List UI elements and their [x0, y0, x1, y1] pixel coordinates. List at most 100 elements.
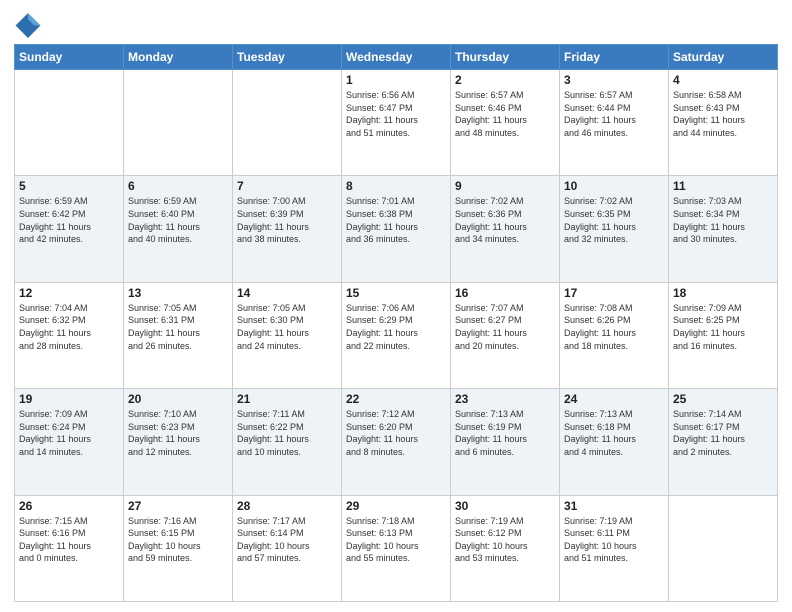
- calendar-cell: 23 Sunrise: 7:13 AM Sunset: 6:19 PM Dayli…: [451, 389, 560, 495]
- day-info: Sunrise: 7:17 AM Sunset: 6:14 PM Dayligh…: [237, 515, 337, 565]
- calendar-cell: 20 Sunrise: 7:10 AM Sunset: 6:23 PM Dayli…: [124, 389, 233, 495]
- day-info: Sunrise: 7:05 AM Sunset: 6:31 PM Dayligh…: [128, 302, 228, 352]
- calendar-cell: [124, 70, 233, 176]
- calendar-header-row: SundayMondayTuesdayWednesdayThursdayFrid…: [15, 45, 778, 70]
- day-info: Sunrise: 7:18 AM Sunset: 6:13 PM Dayligh…: [346, 515, 446, 565]
- day-info: Sunrise: 7:19 AM Sunset: 6:11 PM Dayligh…: [564, 515, 664, 565]
- day-number: 13: [128, 286, 228, 300]
- day-number: 23: [455, 392, 555, 406]
- day-info: Sunrise: 6:59 AM Sunset: 6:40 PM Dayligh…: [128, 195, 228, 245]
- day-number: 19: [19, 392, 119, 406]
- calendar-cell: 8 Sunrise: 7:01 AM Sunset: 6:38 PM Daylig…: [342, 176, 451, 282]
- calendar-cell: 30 Sunrise: 7:19 AM Sunset: 6:12 PM Dayli…: [451, 495, 560, 601]
- day-info: Sunrise: 7:02 AM Sunset: 6:36 PM Dayligh…: [455, 195, 555, 245]
- day-number: 20: [128, 392, 228, 406]
- calendar-header-friday: Friday: [560, 45, 669, 70]
- calendar-header-wednesday: Wednesday: [342, 45, 451, 70]
- calendar-cell: 26 Sunrise: 7:15 AM Sunset: 6:16 PM Dayli…: [15, 495, 124, 601]
- calendar-cell: 3 Sunrise: 6:57 AM Sunset: 6:44 PM Daylig…: [560, 70, 669, 176]
- day-info: Sunrise: 7:01 AM Sunset: 6:38 PM Dayligh…: [346, 195, 446, 245]
- calendar-cell: 17 Sunrise: 7:08 AM Sunset: 6:26 PM Dayli…: [560, 282, 669, 388]
- day-info: Sunrise: 7:16 AM Sunset: 6:15 PM Dayligh…: [128, 515, 228, 565]
- day-number: 31: [564, 499, 664, 513]
- day-info: Sunrise: 7:06 AM Sunset: 6:29 PM Dayligh…: [346, 302, 446, 352]
- calendar-cell: 19 Sunrise: 7:09 AM Sunset: 6:24 PM Dayli…: [15, 389, 124, 495]
- calendar-cell: 12Sunrise: 7:04 AM Sunset: 6:32 PM Dayli…: [15, 282, 124, 388]
- calendar-header-sunday: Sunday: [15, 45, 124, 70]
- calendar-cell: 21Sunrise: 7:11 AM Sunset: 6:22 PM Dayli…: [233, 389, 342, 495]
- day-number: 29: [346, 499, 446, 513]
- calendar-header-saturday: Saturday: [669, 45, 778, 70]
- calendar-table: SundayMondayTuesdayWednesdayThursdayFrid…: [14, 44, 778, 602]
- day-number: 1: [346, 73, 446, 87]
- day-info: Sunrise: 7:14 AM Sunset: 6:17 PM Dayligh…: [673, 408, 773, 458]
- calendar-cell: 2 Sunrise: 6:57 AM Sunset: 6:46 PM Daylig…: [451, 70, 560, 176]
- day-number: 7: [237, 179, 337, 193]
- calendar-cell: 31 Sunrise: 7:19 AM Sunset: 6:11 PM Dayli…: [560, 495, 669, 601]
- day-info: Sunrise: 7:03 AM Sunset: 6:34 PM Dayligh…: [673, 195, 773, 245]
- day-info: Sunrise: 7:02 AM Sunset: 6:35 PM Dayligh…: [564, 195, 664, 245]
- calendar-week-3: 12Sunrise: 7:04 AM Sunset: 6:32 PM Dayli…: [15, 282, 778, 388]
- day-info: Sunrise: 7:19 AM Sunset: 6:12 PM Dayligh…: [455, 515, 555, 565]
- day-number: 26: [19, 499, 119, 513]
- calendar-cell: [233, 70, 342, 176]
- page: SundayMondayTuesdayWednesdayThursdayFrid…: [0, 0, 792, 612]
- calendar-cell: 16Sunrise: 7:07 AM Sunset: 6:27 PM Dayli…: [451, 282, 560, 388]
- day-number: 14: [237, 286, 337, 300]
- day-number: 17: [564, 286, 664, 300]
- calendar-cell: 22 Sunrise: 7:12 AM Sunset: 6:20 PM Dayli…: [342, 389, 451, 495]
- calendar-cell: 4 Sunrise: 6:58 AM Sunset: 6:43 PM Daylig…: [669, 70, 778, 176]
- calendar-cell: 6 Sunrise: 6:59 AM Sunset: 6:40 PM Daylig…: [124, 176, 233, 282]
- day-number: 12: [19, 286, 119, 300]
- calendar-cell: 27 Sunrise: 7:16 AM Sunset: 6:15 PM Dayli…: [124, 495, 233, 601]
- day-info: Sunrise: 6:59 AM Sunset: 6:42 PM Dayligh…: [19, 195, 119, 245]
- logo-icon: [14, 10, 42, 38]
- day-number: 22: [346, 392, 446, 406]
- header: [14, 10, 778, 38]
- day-number: 5: [19, 179, 119, 193]
- day-info: Sunrise: 6:57 AM Sunset: 6:46 PM Dayligh…: [455, 89, 555, 139]
- day-number: 6: [128, 179, 228, 193]
- calendar-cell: 11 Sunrise: 7:03 AM Sunset: 6:34 PM Dayli…: [669, 176, 778, 282]
- day-info: Sunrise: 7:10 AM Sunset: 6:23 PM Dayligh…: [128, 408, 228, 458]
- calendar-cell: 29 Sunrise: 7:18 AM Sunset: 6:13 PM Dayli…: [342, 495, 451, 601]
- day-number: 3: [564, 73, 664, 87]
- calendar-cell: 5 Sunrise: 6:59 AM Sunset: 6:42 PM Daylig…: [15, 176, 124, 282]
- day-number: 25: [673, 392, 773, 406]
- calendar-cell: 10Sunrise: 7:02 AM Sunset: 6:35 PM Dayli…: [560, 176, 669, 282]
- day-info: Sunrise: 7:09 AM Sunset: 6:24 PM Dayligh…: [19, 408, 119, 458]
- calendar-cell: 15Sunrise: 7:06 AM Sunset: 6:29 PM Dayli…: [342, 282, 451, 388]
- day-number: 9: [455, 179, 555, 193]
- calendar-cell: 24Sunrise: 7:13 AM Sunset: 6:18 PM Dayli…: [560, 389, 669, 495]
- day-number: 28: [237, 499, 337, 513]
- day-number: 30: [455, 499, 555, 513]
- calendar-cell: [15, 70, 124, 176]
- calendar-cell: 18Sunrise: 7:09 AM Sunset: 6:25 PM Dayli…: [669, 282, 778, 388]
- day-number: 8: [346, 179, 446, 193]
- day-info: Sunrise: 7:13 AM Sunset: 6:19 PM Dayligh…: [455, 408, 555, 458]
- day-info: Sunrise: 7:09 AM Sunset: 6:25 PM Dayligh…: [673, 302, 773, 352]
- calendar-cell: 14 Sunrise: 7:05 AM Sunset: 6:30 PM Dayli…: [233, 282, 342, 388]
- calendar-cell: 1Sunrise: 6:56 AM Sunset: 6:47 PM Daylig…: [342, 70, 451, 176]
- day-info: Sunrise: 7:13 AM Sunset: 6:18 PM Dayligh…: [564, 408, 664, 458]
- day-info: Sunrise: 7:07 AM Sunset: 6:27 PM Dayligh…: [455, 302, 555, 352]
- day-number: 4: [673, 73, 773, 87]
- calendar-cell: 9 Sunrise: 7:02 AM Sunset: 6:36 PM Daylig…: [451, 176, 560, 282]
- calendar-header-thursday: Thursday: [451, 45, 560, 70]
- day-info: Sunrise: 6:58 AM Sunset: 6:43 PM Dayligh…: [673, 89, 773, 139]
- day-info: Sunrise: 6:57 AM Sunset: 6:44 PM Dayligh…: [564, 89, 664, 139]
- day-info: Sunrise: 7:05 AM Sunset: 6:30 PM Dayligh…: [237, 302, 337, 352]
- calendar-cell: 25 Sunrise: 7:14 AM Sunset: 6:17 PM Dayli…: [669, 389, 778, 495]
- day-info: Sunrise: 7:15 AM Sunset: 6:16 PM Dayligh…: [19, 515, 119, 565]
- day-number: 11: [673, 179, 773, 193]
- logo: [14, 10, 46, 38]
- day-info: Sunrise: 7:12 AM Sunset: 6:20 PM Dayligh…: [346, 408, 446, 458]
- calendar-week-1: 1Sunrise: 6:56 AM Sunset: 6:47 PM Daylig…: [15, 70, 778, 176]
- calendar-cell: 7 Sunrise: 7:00 AM Sunset: 6:39 PM Daylig…: [233, 176, 342, 282]
- day-info: Sunrise: 7:08 AM Sunset: 6:26 PM Dayligh…: [564, 302, 664, 352]
- day-number: 27: [128, 499, 228, 513]
- calendar-header-tuesday: Tuesday: [233, 45, 342, 70]
- calendar-cell: 13 Sunrise: 7:05 AM Sunset: 6:31 PM Dayli…: [124, 282, 233, 388]
- day-number: 2: [455, 73, 555, 87]
- day-info: Sunrise: 7:00 AM Sunset: 6:39 PM Dayligh…: [237, 195, 337, 245]
